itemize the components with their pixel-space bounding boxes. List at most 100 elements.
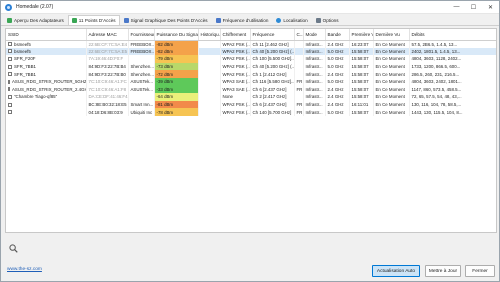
table-row[interactable]: SFR_F20F 7A:19:46:4D:F0:F -79 dBm WPA2 PSK … bbox=[6, 55, 496, 63]
cell-first: 15:58:07 bbox=[349, 47, 374, 56]
adapter-icon bbox=[7, 18, 12, 23]
cell-country bbox=[294, 62, 304, 71]
column-header-mode[interactable]: Mode bbox=[303, 29, 326, 41]
column-header-history[interactable]: Historiqu... bbox=[198, 29, 221, 41]
row-checkbox[interactable] bbox=[8, 102, 12, 107]
options-icon bbox=[315, 18, 321, 23]
table-row[interactable]: SFR_7BB1 84:9D:F3:22:7B:B0 Shenzhen... -72 … bbox=[6, 70, 496, 78]
column-header-vendor[interactable]: Fournisseur bbox=[128, 29, 155, 41]
cell-mac: 84:9D:F3:22:7B:B0 bbox=[86, 70, 129, 78]
cell-country: FR bbox=[294, 108, 304, 116]
cell-band: 5.0 GHz bbox=[325, 62, 350, 71]
cell-history bbox=[198, 40, 221, 48]
ssid-wrapper: "Chambre Tiago-qf85" bbox=[8, 94, 84, 99]
cell-ssid bbox=[6, 108, 87, 116]
column-header-ssid[interactable]: SSID bbox=[6, 29, 87, 41]
cell-vendor: FREEBOX... bbox=[128, 47, 155, 56]
cell-history bbox=[198, 85, 221, 94]
ssid-label: SFR_7BB1 bbox=[14, 71, 36, 77]
column-header-mac[interactable]: Adresse MAC bbox=[86, 29, 129, 41]
cell-signal: -73 dBm bbox=[154, 62, 199, 71]
column-header-rates[interactable]: Débits bbox=[409, 29, 496, 41]
row-checkbox[interactable] bbox=[8, 56, 12, 61]
row-checkbox[interactable] bbox=[8, 42, 12, 47]
close-button[interactable]: Fermer bbox=[465, 265, 495, 277]
cell-history bbox=[198, 93, 221, 101]
table-row[interactable]: 04:18:D6:8B:03:9 Ubiquiti Inc -78 dBm WPA2 … bbox=[6, 108, 496, 116]
ssid-wrapper bbox=[8, 110, 84, 115]
update-button[interactable]: Mettre à Jour bbox=[425, 265, 461, 277]
tab-frequency-usage[interactable]: Fréquence d'utilisation bbox=[212, 15, 273, 25]
table-row[interactable]: BC:8E:B0:32:18:E5 Smart Inn... -81 dBm WPA2… bbox=[6, 100, 496, 109]
close-window-button[interactable]: ✕ bbox=[482, 1, 499, 14]
tab-signal-graph[interactable]: Signal Graphique Des Points D'Accès bbox=[120, 15, 212, 25]
table-row[interactable]: bsmeef5 22:6B:CF:7C:5A:E5 FREEBOX... -82 dB… bbox=[6, 47, 496, 56]
minimize-button[interactable]: — bbox=[448, 1, 465, 14]
cell-band: 5.0 GHz bbox=[325, 47, 350, 56]
tab-location[interactable]: Localisation bbox=[272, 15, 311, 25]
cell-band: 2.4 GHz bbox=[325, 100, 350, 109]
cell-mode: Infrastr... bbox=[303, 40, 326, 48]
search-icon[interactable] bbox=[9, 244, 18, 253]
tab-label: Options bbox=[322, 18, 339, 23]
maximize-button[interactable]: ☐ bbox=[465, 1, 482, 14]
table-row[interactable]: SFR_7BB1 84:9D:F3:22:7B:B4 Shenzhen... -73 … bbox=[6, 62, 496, 71]
column-header-frequency[interactable]: Fréquence bbox=[250, 29, 295, 41]
cell-mac: BC:8E:B0:32:18:E5 bbox=[86, 100, 129, 109]
row-checkbox[interactable] bbox=[8, 64, 12, 69]
cell-vendor: ASUSTek... bbox=[128, 85, 155, 94]
access-points-table[interactable]: SSID Adresse MAC Fournisseur Puissance D… bbox=[5, 28, 497, 233]
tab-options[interactable]: Options bbox=[312, 15, 343, 25]
cell-country bbox=[294, 93, 304, 101]
cell-mac: 7C:10:C9:46:A1:F8 bbox=[86, 85, 129, 94]
tab-adapters[interactable]: Aperçu Des Adaptateurs bbox=[3, 15, 68, 25]
cell-history bbox=[198, 55, 221, 63]
tab-access-points[interactable]: 11 Points D'Accès bbox=[67, 15, 120, 25]
window-title: Homedale (2.07) bbox=[16, 4, 54, 10]
cell-history bbox=[198, 77, 221, 86]
cell-freq: Ch 1 [2.412 GHz] bbox=[250, 70, 295, 78]
ssid-wrapper: SFR_7BB1 bbox=[8, 64, 84, 69]
column-header-country[interactable]: C... bbox=[294, 29, 304, 41]
table-row[interactable]: ASUS_RDG_STRIX_ROUTER_2.4GHZ 7C:10:C9:46:… bbox=[6, 85, 496, 94]
row-checkbox[interactable] bbox=[8, 110, 12, 115]
row-checkbox[interactable] bbox=[8, 94, 12, 99]
cell-mode: Infrastr... bbox=[303, 77, 326, 86]
cell-country bbox=[294, 47, 304, 56]
cell-ssid: "Chambre Tiago-qf85" bbox=[6, 93, 87, 101]
cell-mode: Infrastr... bbox=[303, 85, 326, 94]
table-row[interactable]: ASUS_RDG_STRIX_ROUTER_5GHZ 7C:10:C9:46:A1… bbox=[6, 77, 496, 86]
cell-rates: 4804, 3603, 1128, 2402... bbox=[409, 55, 496, 63]
column-header-first-seen[interactable]: Première Vu bbox=[349, 29, 374, 41]
ssid-wrapper: SFR_7BB1 bbox=[8, 72, 84, 77]
row-checkbox[interactable] bbox=[8, 49, 12, 54]
column-header-last-seen[interactable]: Dernière Vu bbox=[373, 29, 410, 41]
cell-last: En Ce Moment bbox=[373, 70, 410, 78]
cell-rates: 57.5, 2B6.5, 1.4.5, 13... bbox=[409, 40, 496, 48]
cell-band: 2.4 GHz bbox=[325, 93, 350, 101]
ssid-label: bsmeef5 bbox=[14, 48, 31, 54]
row-checkbox[interactable] bbox=[8, 72, 12, 77]
column-header-signal[interactable]: Puissance Du Signal bbox=[154, 29, 199, 41]
cell-first: 15:58:07 bbox=[349, 93, 374, 101]
cell-last: En Ce Moment bbox=[373, 40, 410, 48]
row-checkbox[interactable] bbox=[8, 79, 10, 84]
cell-mac: 22:6B:CF:7C:5A:E5 bbox=[86, 47, 129, 56]
table-row[interactable]: bsmeef5 22:6B:CF:7C:5A:E4 FREEBOX... -82 dB… bbox=[6, 40, 496, 48]
cell-ssid: ASUS_RDG_STRIX_ROUTER_5GHZ bbox=[6, 77, 87, 86]
cell-mode: Infrastr... bbox=[303, 108, 326, 116]
cell-mode: Infrastr... bbox=[303, 93, 326, 101]
column-header-band[interactable]: Bande bbox=[325, 29, 350, 41]
column-header-cipher[interactable]: Chiffrement bbox=[220, 29, 251, 41]
website-link[interactable]: www.the-sz.com bbox=[7, 267, 42, 272]
ssid-label: SFR_7BB1 bbox=[14, 64, 36, 70]
cell-first: 15:58:07 bbox=[349, 77, 374, 86]
row-checkbox[interactable] bbox=[8, 87, 10, 92]
cell-rates: 1147, 860, 573.5, 458.5... bbox=[409, 85, 496, 94]
cell-ssid: bsmeef5 bbox=[6, 40, 87, 48]
auto-refresh-button[interactable]: Actualisation Auto bbox=[372, 265, 420, 277]
cell-ssid: SFR_7BB1 bbox=[6, 62, 87, 71]
tab-label: 11 Points D'Accès bbox=[78, 18, 116, 23]
cell-rates: 72, 65, 57.5, 54, 48, 43,... bbox=[409, 93, 496, 101]
table-row[interactable]: "Chambre Tiago-qf85" DA:CE:DF:41:46:F4 -64… bbox=[6, 93, 496, 101]
